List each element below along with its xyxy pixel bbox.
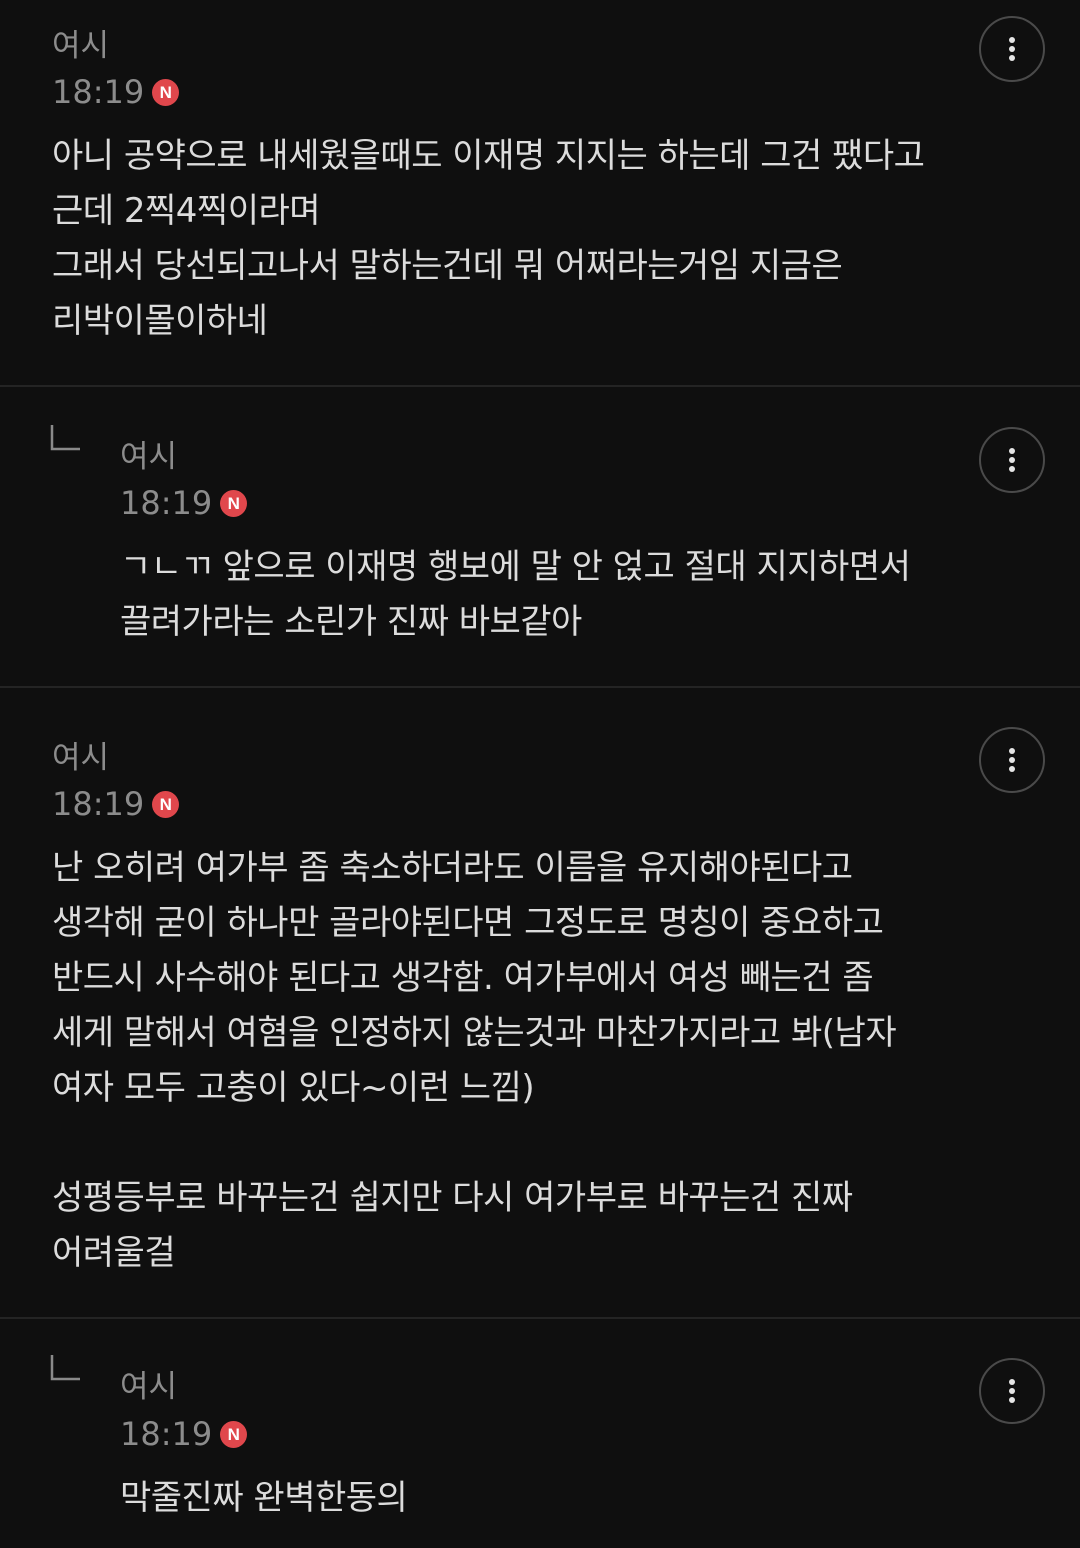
comment-meta: 18:19 N [120, 1414, 248, 1454]
new-badge: N [220, 489, 248, 517]
comment-time: 18:19 [52, 785, 145, 823]
more-options-button[interactable] [979, 427, 1045, 493]
comment-time: 18:19 [120, 484, 213, 522]
more-vertical-icon [1009, 748, 1015, 772]
new-badge: N [152, 78, 180, 106]
comment-author[interactable]: 여시 [52, 738, 109, 778]
reply-item: 여시 18:19 N 막줄진짜 완벽한동의 [0, 1319, 1080, 1548]
more-options-button[interactable] [979, 16, 1045, 82]
comment-time: 18:19 [52, 73, 145, 111]
comment-text: ㄱㄴㄲ 앞으로 이재명 행보에 말 안 얹고 절대 지지하면서 끌려가라는 소린… [120, 547, 911, 642]
comment-meta: 18:19 N [52, 72, 180, 112]
more-options-button[interactable] [979, 1358, 1045, 1424]
comment-meta: 18:19 N [120, 483, 248, 523]
comment-item: 여시 18:19 N 난 오히려 여가부 좀 축소하더라도 이름을 유지해야된다… [0, 688, 1080, 1317]
comment-item: 여시 18:19 N 아니 공약으로 내세웠을때도 이재명 지지는 하는데 그건… [0, 0, 1080, 385]
more-vertical-icon [1009, 448, 1015, 472]
comment-text: 아니 공약으로 내세웠을때도 이재명 지지는 하는데 그건 팼다고 근데 2찍4… [52, 136, 925, 341]
comment-text: 막줄진짜 완벽한동의 [120, 1478, 408, 1518]
new-badge: N [152, 790, 180, 818]
more-options-button[interactable] [979, 727, 1045, 793]
new-badge: N [220, 1420, 248, 1448]
comment-author[interactable]: 여시 [120, 1367, 177, 1407]
comment-time: 18:19 [120, 1415, 213, 1453]
reply-arrow-icon [50, 425, 80, 451]
comment-meta: 18:19 N [52, 784, 180, 824]
reply-arrow-icon [50, 1355, 80, 1381]
comment-text: 난 오히려 여가부 좀 축소하더라도 이름을 유지해야된다고 생각해 굳이 하나… [52, 848, 897, 1273]
reply-item: 여시 18:19 N ㄱㄴㄲ 앞으로 이재명 행보에 말 안 얹고 절대 지지하… [0, 387, 1080, 686]
more-vertical-icon [1009, 1379, 1015, 1403]
more-vertical-icon [1009, 37, 1015, 61]
comment-author[interactable]: 여시 [52, 26, 109, 66]
comment-author[interactable]: 여시 [120, 437, 177, 477]
